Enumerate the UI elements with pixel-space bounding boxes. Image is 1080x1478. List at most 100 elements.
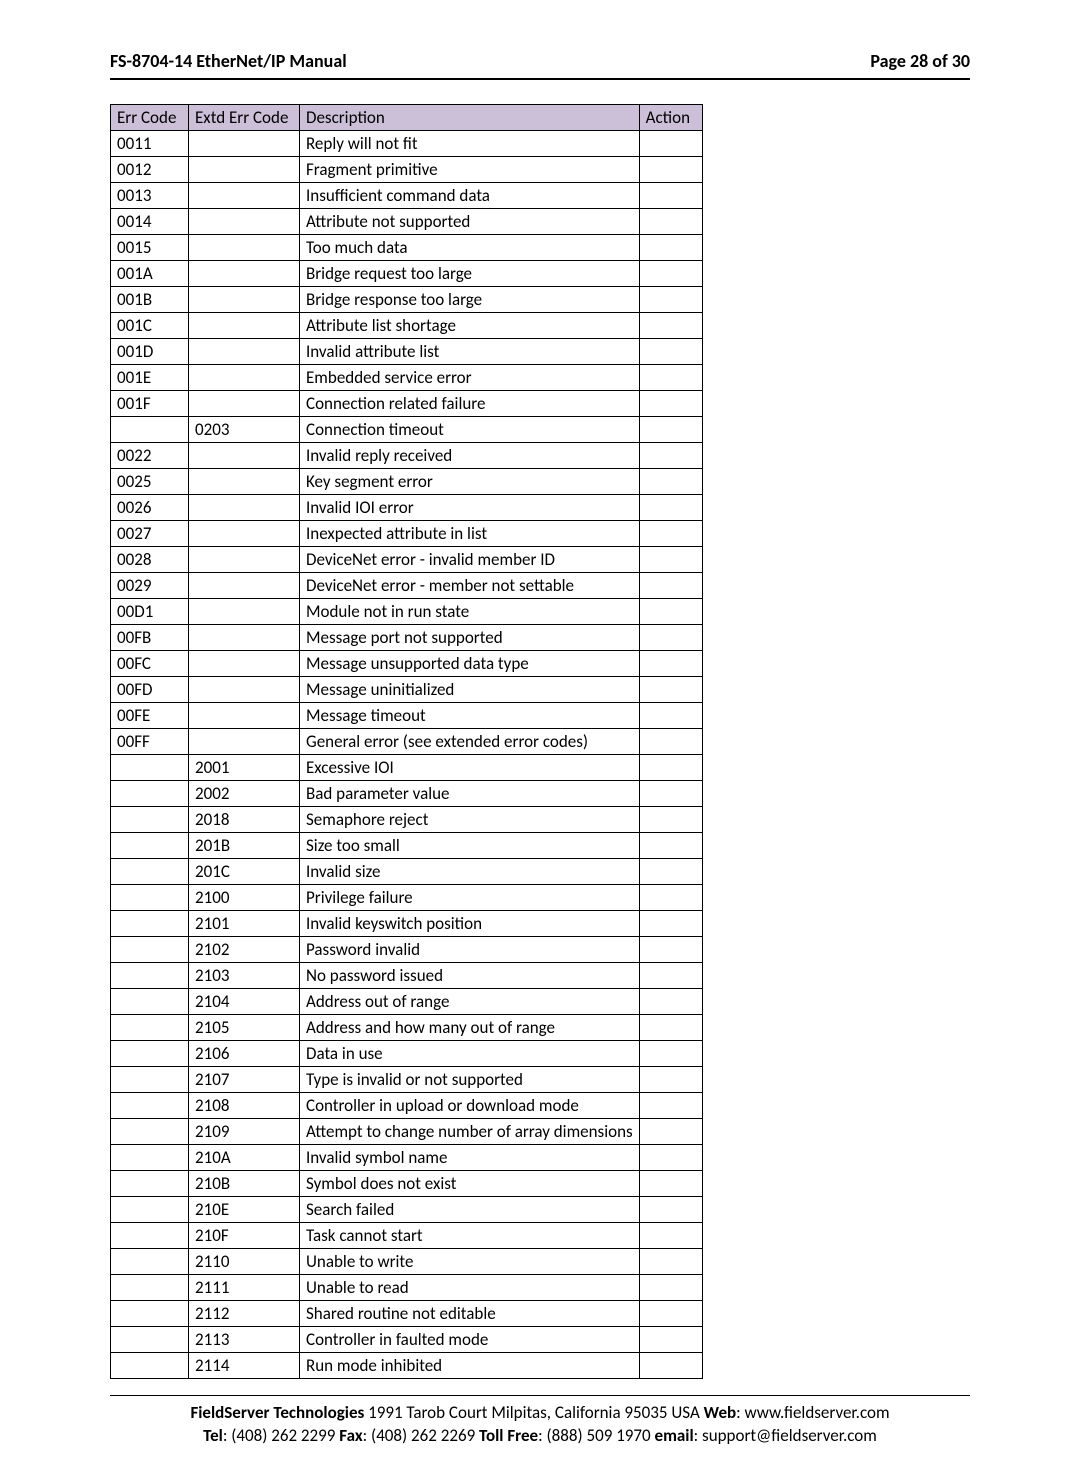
cell-extd: 201B: [189, 833, 300, 859]
cell-err: [111, 963, 189, 989]
table-row: 001CAttribute list shortage: [111, 313, 703, 339]
cell-err: [111, 1067, 189, 1093]
footer-fax-label: Fax: [339, 1425, 362, 1446]
footer-address: 1991 Tarob Court Milpitas, California 95…: [364, 1402, 703, 1423]
cell-extd: 2102: [189, 937, 300, 963]
cell-extd: [189, 157, 300, 183]
table-row: 001EEmbedded service error: [111, 365, 703, 391]
table-row: 00FF General error (see extended error co…: [111, 729, 703, 755]
cell-err: [111, 1093, 189, 1119]
cell-act: [639, 313, 702, 339]
cell-err: [111, 1119, 189, 1145]
table-row: 2001Excessive IOI: [111, 755, 703, 781]
cell-desc: Reply will not fit: [300, 131, 640, 157]
cell-act: [639, 1249, 702, 1275]
cell-act: [639, 885, 702, 911]
col-header-act: Action: [639, 105, 702, 131]
cell-err: [111, 911, 189, 937]
cell-desc: Size too small: [300, 833, 640, 859]
cell-act: [639, 1041, 702, 1067]
cell-desc: General error (see extended error codes): [300, 729, 640, 755]
cell-err: [111, 1223, 189, 1249]
footer-tollfree-label: Toll Free: [479, 1425, 538, 1446]
table-row: 2002Bad parameter value: [111, 781, 703, 807]
cell-act: [639, 131, 702, 157]
cell-desc: Address out of range: [300, 989, 640, 1015]
cell-err: [111, 1041, 189, 1067]
cell-extd: 2104: [189, 989, 300, 1015]
cell-desc: Too much data: [300, 235, 640, 261]
cell-err: [111, 989, 189, 1015]
cell-desc: Key segment error: [300, 469, 640, 495]
cell-act: [639, 391, 702, 417]
cell-err: 0012: [111, 157, 189, 183]
cell-extd: 2113: [189, 1327, 300, 1353]
table-row: 0011Reply will not fit: [111, 131, 703, 157]
cell-extd: [189, 391, 300, 417]
cell-act: [639, 547, 702, 573]
cell-extd: 2106: [189, 1041, 300, 1067]
table-row: 210FTask cannot start: [111, 1223, 703, 1249]
cell-desc: Invalid reply received: [300, 443, 640, 469]
footer-company: FieldServer Technologies: [190, 1402, 364, 1423]
cell-err: [111, 1301, 189, 1327]
table-row: 2111Unable to read: [111, 1275, 703, 1301]
cell-act: [639, 1171, 702, 1197]
footer-fax-value: : (408) 262 2269: [363, 1425, 479, 1446]
cell-err: [111, 807, 189, 833]
cell-extd: [189, 625, 300, 651]
cell-err: 00FD: [111, 677, 189, 703]
cell-desc: Attribute not supported: [300, 209, 640, 235]
cell-act: [639, 287, 702, 313]
cell-desc: Shared routine not editable: [300, 1301, 640, 1327]
page-footer: FieldServer Technologies 1991 Tarob Cour…: [110, 1402, 970, 1478]
cell-act: [639, 157, 702, 183]
cell-err: [111, 1249, 189, 1275]
doc-title: FS-8704-14 EtherNet/IP Manual: [110, 50, 347, 72]
cell-act: [639, 209, 702, 235]
cell-act: [639, 365, 702, 391]
cell-act: [639, 1067, 702, 1093]
cell-act: [639, 261, 702, 287]
table-row: 2108Controller in upload or download mod…: [111, 1093, 703, 1119]
cell-act: [639, 495, 702, 521]
cell-act: [639, 599, 702, 625]
table-row: 00FDMessage uninitialized: [111, 677, 703, 703]
cell-err: [111, 417, 189, 443]
cell-extd: [189, 521, 300, 547]
cell-extd: [189, 651, 300, 677]
cell-extd: 2001: [189, 755, 300, 781]
cell-act: [639, 755, 702, 781]
cell-extd: [189, 365, 300, 391]
cell-extd: [189, 677, 300, 703]
table-row: 00FBMessage port not supported: [111, 625, 703, 651]
cell-err: 00FE: [111, 703, 189, 729]
cell-act: [639, 833, 702, 859]
cell-act: [639, 1275, 702, 1301]
cell-desc: Symbol does not exist: [300, 1171, 640, 1197]
table-row: 2107Type is invalid or not supported: [111, 1067, 703, 1093]
cell-extd: [189, 729, 300, 755]
cell-err: 0014: [111, 209, 189, 235]
table-row: 0015Too much data: [111, 235, 703, 261]
cell-desc: Message unsupported data type: [300, 651, 640, 677]
cell-act: [639, 235, 702, 261]
cell-extd: 2114: [189, 1353, 300, 1379]
cell-act: [639, 937, 702, 963]
cell-extd: [189, 235, 300, 261]
cell-act: [639, 807, 702, 833]
cell-act: [639, 521, 702, 547]
table-row: 2105Address and how many out of range: [111, 1015, 703, 1041]
cell-err: 00FF: [111, 729, 189, 755]
cell-act: [639, 859, 702, 885]
table-row: 001BBridge response too large: [111, 287, 703, 313]
cell-desc: Password invalid: [300, 937, 640, 963]
cell-desc: Connection related failure: [300, 391, 640, 417]
cell-extd: 2101: [189, 911, 300, 937]
cell-err: [111, 1197, 189, 1223]
table-row: 00FCMessage unsupported data type: [111, 651, 703, 677]
cell-desc: Excessive IOI: [300, 755, 640, 781]
cell-extd: 210F: [189, 1223, 300, 1249]
cell-extd: [189, 261, 300, 287]
footer-tollfree-value: : (888) 509 1970: [538, 1425, 654, 1446]
